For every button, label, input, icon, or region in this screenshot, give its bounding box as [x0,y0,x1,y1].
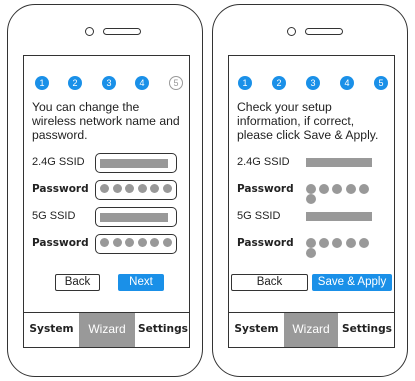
front-camera-icon [85,27,94,36]
password-5g-input[interactable] [95,234,177,254]
step-indicator: 1 2 3 4 5 [24,76,189,92]
field-row: Password [32,180,184,200]
speaker-icon [305,28,343,35]
ssid-5g-value [306,207,386,227]
tab-bar: System Wizard Settings [229,312,394,347]
step-indicator: 1 2 3 4 5 [229,76,394,92]
field-row: Password [237,180,389,204]
front-camera-icon [287,27,296,36]
tab-system[interactable]: System [24,313,79,347]
ssid-24g-input[interactable] [95,153,177,173]
field-label: Password [237,183,294,195]
field-row: 5G SSID [237,207,389,227]
field-label: Password [32,237,89,249]
back-button[interactable]: Back [55,274,100,291]
save-apply-button[interactable]: Save & Apply [312,274,392,291]
step-5: 5 [169,76,183,90]
field-label: Password [32,183,89,195]
field-label: Password [237,237,294,249]
field-row: 5G SSID [32,207,184,227]
phone-left: 1 2 3 4 5 You can change the wireless ne… [7,4,203,377]
ssid-24g-value [306,153,386,173]
password-mask [100,184,178,196]
step-4[interactable]: 4 [135,76,149,90]
step-4[interactable]: 4 [340,76,354,90]
password-24g-value [306,180,386,204]
step-2[interactable]: 2 [68,76,82,90]
wizard-screen-edit: 1 2 3 4 5 You can change the wireless ne… [23,55,190,348]
phone-right: 1 2 3 4 5 Check your setup information, … [212,4,408,377]
instruction-text: Check your setup information, if correct… [237,100,379,142]
tab-wizard[interactable]: Wizard [284,313,338,347]
password-mask [306,184,384,204]
text-value-mask [306,158,372,167]
ssid-5g-input[interactable] [95,207,177,227]
tab-system[interactable]: System [229,313,284,347]
field-label: 2.4G SSID [237,156,290,168]
password-5g-value [306,234,386,258]
text-value-mask [100,213,168,222]
tab-wizard[interactable]: Wizard [79,313,135,347]
field-label: 5G SSID [32,210,76,222]
field-label: 5G SSID [237,210,281,222]
speaker-icon [103,28,141,35]
step-2[interactable]: 2 [272,76,286,90]
tab-settings[interactable]: Settings [338,313,394,347]
text-value-mask [306,212,372,221]
password-mask [100,238,178,250]
step-3[interactable]: 3 [306,76,320,90]
field-label: 2.4G SSID [32,156,85,168]
back-button[interactable]: Back [231,274,308,291]
tab-settings[interactable]: Settings [135,313,189,347]
text-value-mask [100,159,168,168]
instruction-text: You can change the wireless network name… [32,100,180,142]
field-row: 2.4G SSID [237,153,389,173]
password-mask [306,238,384,258]
step-5[interactable]: 5 [374,76,388,90]
field-row: 2.4G SSID [32,153,184,173]
tab-bar: System Wizard Settings [24,312,189,347]
step-1[interactable]: 1 [238,76,252,90]
password-24g-input[interactable] [95,180,177,200]
field-row: Password [237,234,389,258]
step-1[interactable]: 1 [35,76,49,90]
step-3[interactable]: 3 [102,76,116,90]
field-row: Password [32,234,184,254]
wizard-screen-confirm: 1 2 3 4 5 Check your setup information, … [228,55,395,348]
next-button[interactable]: Next [118,274,164,291]
